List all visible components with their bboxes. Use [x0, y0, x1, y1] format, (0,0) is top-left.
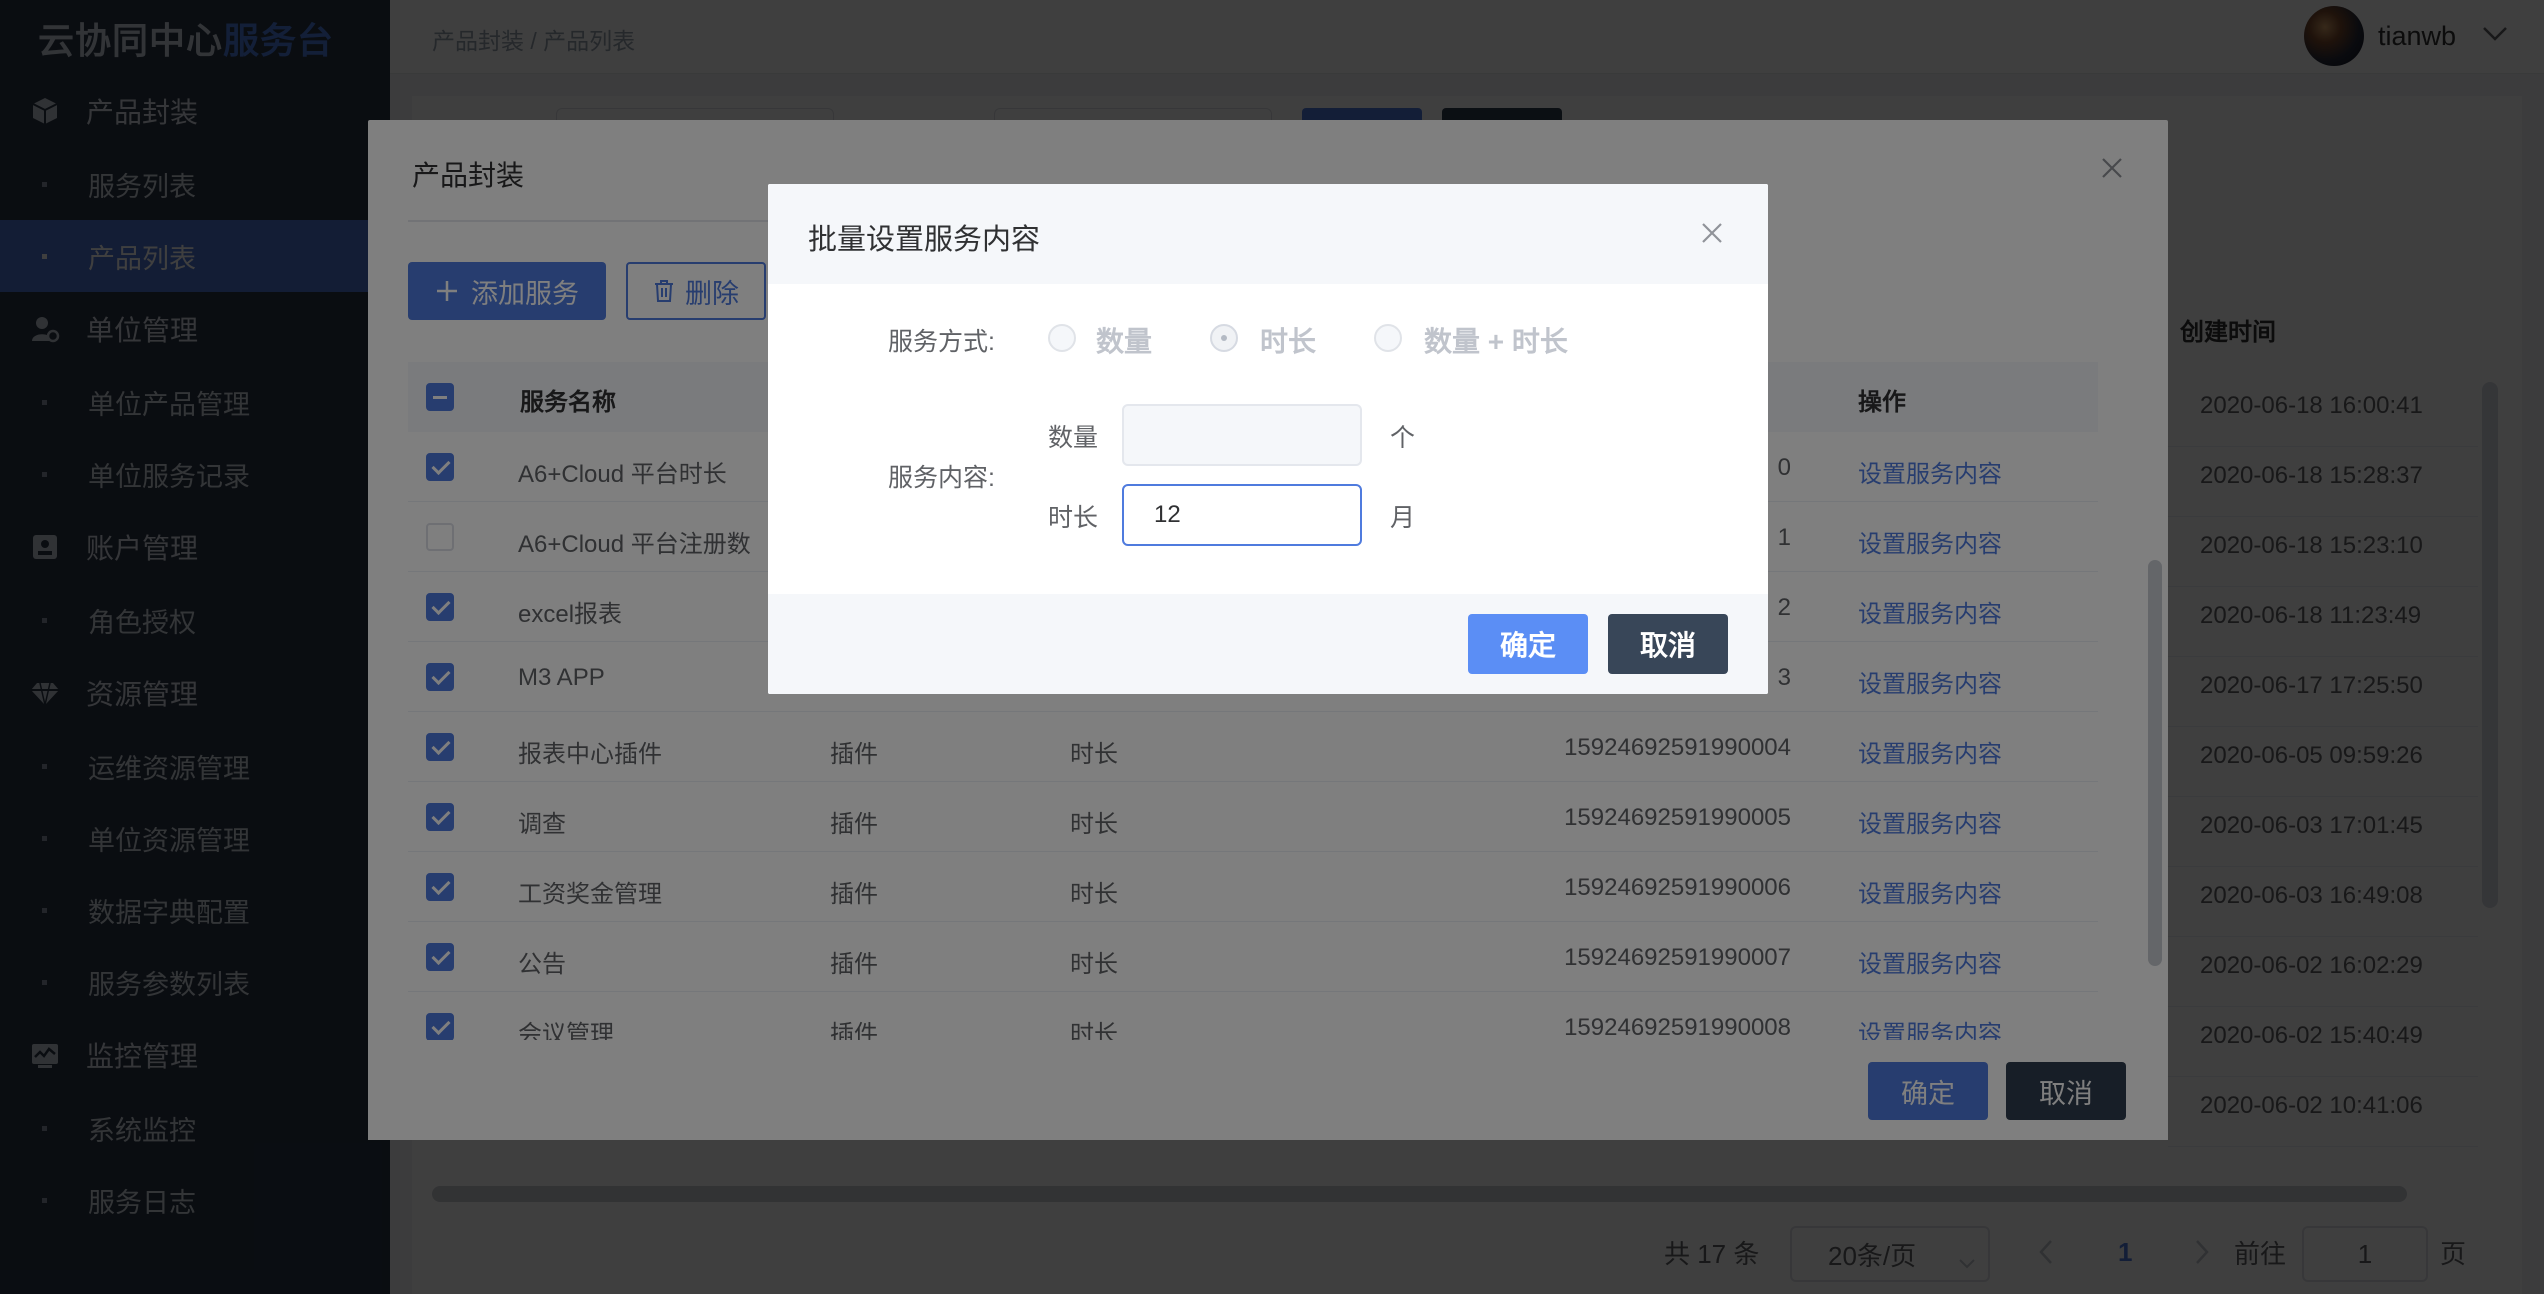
quantity-input[interactable]: [1122, 404, 1362, 466]
quantity-label: 数量: [1048, 424, 1099, 452]
dialog-body: 服务方式: 数量 时长 数量 + 时长 服务内容: 数量 个 时长 12 月: [768, 284, 1768, 594]
service-mode-label: 服务方式:: [888, 328, 995, 356]
duration-label: 时长: [1048, 504, 1099, 532]
duration-unit: 月: [1390, 504, 1416, 532]
close-icon[interactable]: [1700, 212, 1724, 254]
radio-duration[interactable]: [1210, 324, 1238, 352]
radio-quantity[interactable]: [1048, 324, 1076, 352]
radio-duration-label[interactable]: 时长: [1260, 320, 1316, 360]
radio-quantity-label[interactable]: 数量: [1096, 320, 1152, 360]
dialog-header: 批量设置服务内容: [768, 184, 1768, 284]
confirm-button[interactable]: 确定: [1468, 614, 1588, 674]
duration-input[interactable]: 12: [1122, 484, 1362, 546]
quantity-unit: 个: [1390, 424, 1416, 452]
radio-quantity-duration[interactable]: [1374, 324, 1402, 352]
radio-quantity-duration-label[interactable]: 数量 + 时长: [1424, 320, 1568, 360]
dialog-title: 批量设置服务内容: [808, 224, 1041, 256]
cancel-button[interactable]: 取消: [1608, 614, 1728, 674]
batch-set-content-dialog: 批量设置服务内容 服务方式: 数量 时长 数量 + 时长 服务内容: 数量 个 …: [768, 184, 1768, 694]
service-content-label: 服务内容:: [888, 464, 995, 492]
